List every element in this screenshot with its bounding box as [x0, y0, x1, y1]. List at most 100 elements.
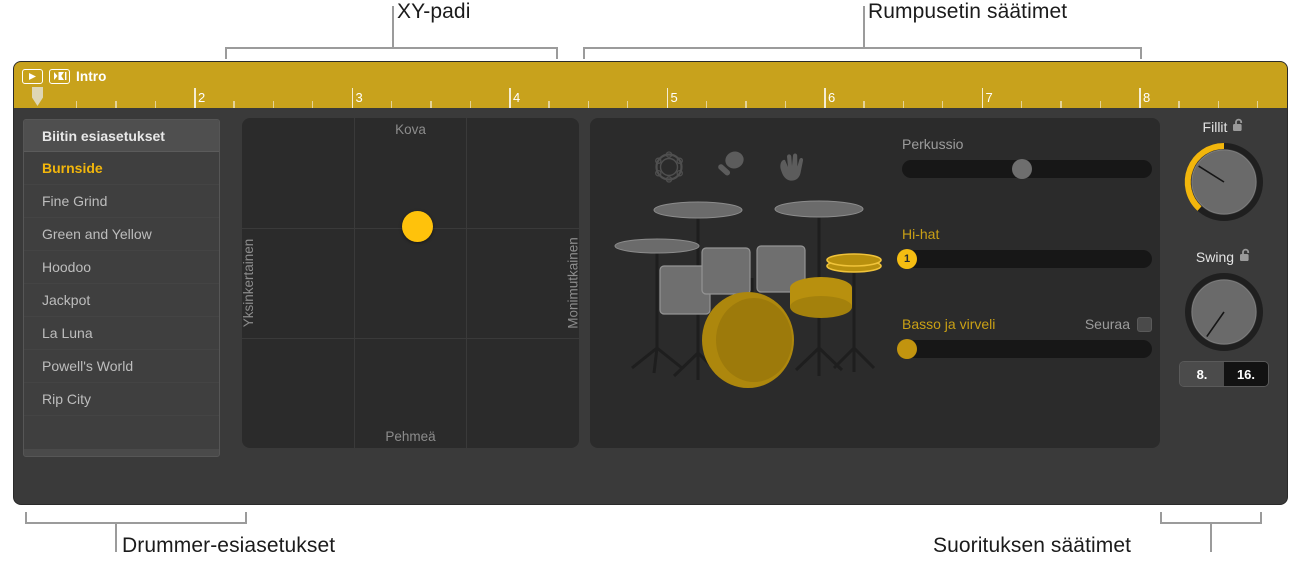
callout-stem-xy-pad — [392, 6, 394, 48]
region-filter-icon[interactable] — [49, 68, 70, 84]
follow-checkbox[interactable] — [1137, 316, 1152, 332]
ruler-beat-tick — [75, 101, 78, 108]
ruler-bar-number: 5 — [670, 90, 678, 105]
slider-handle[interactable]: 1 — [897, 249, 917, 269]
ruler-beat-tick — [1257, 101, 1259, 108]
ruler-beat-tick — [705, 101, 708, 108]
xy-label-bottom: Pehmeä — [385, 429, 436, 444]
xy-gridline — [354, 118, 356, 448]
ruler-beat-tick — [902, 101, 905, 108]
xy-gridline — [466, 118, 468, 448]
ruler-beat-tick — [587, 101, 590, 108]
callout-label-presets: Drummer-esiasetukset — [122, 534, 336, 557]
ruler-bar-marker — [981, 88, 984, 108]
unlocked-padlock-icon[interactable] — [1232, 118, 1245, 135]
preset-list-item[interactable]: Jackpot — [24, 284, 219, 317]
preset-list-item[interactable]: La Luna — [24, 317, 219, 350]
drummer-editor-window: Intro 2 3 4 5 6 7 8 Biitin esiasetukset Burnsi… — [14, 62, 1287, 504]
xy-label-left: Yksinkertainen — [242, 238, 256, 328]
preset-list-item[interactable]: Hoodoo — [24, 251, 219, 284]
tambourine-icon[interactable] — [652, 150, 686, 189]
editor-body: Biitin esiasetukset Burnside Fine Grind Gr… — [14, 108, 1287, 504]
ruler-bar-marker — [509, 88, 511, 108]
slider-label: Hi-hat — [902, 226, 940, 242]
ruler-bar-marker — [824, 88, 826, 108]
slider-track[interactable] — [902, 159, 1152, 179]
preset-list-header: Biitin esiasetukset — [24, 120, 219, 152]
ruler-beat-tick — [863, 101, 865, 108]
callout-label-xy-pad: XY-padi — [397, 0, 471, 23]
ruler-bar-marker — [194, 88, 196, 108]
ruler-beat-tick — [154, 101, 156, 108]
ruler-beat-tick — [745, 101, 747, 108]
swing-knob[interactable] — [1182, 270, 1266, 354]
performance-controls: Fillit Swing 8. 16. — [1172, 118, 1276, 448]
ruler-beat-tick — [272, 101, 275, 108]
ruler-beat-tick — [430, 101, 432, 108]
ruler-beat-tick — [1099, 101, 1101, 108]
region-name-label: Intro — [76, 68, 107, 84]
callout-stem-performance — [1210, 524, 1212, 552]
fills-label-row: Fillit — [1203, 118, 1246, 135]
fills-control: Fillit — [1172, 118, 1276, 224]
ruler-bar-number: 8 — [1143, 90, 1151, 105]
ruler-beat-tick — [1020, 101, 1023, 108]
swing-control: Swing 8. 16. — [1172, 248, 1276, 386]
ruler-ticks: 2 3 4 5 6 7 8 — [14, 86, 1287, 108]
ruler-beat-tick — [627, 101, 629, 108]
callout-bracket-performance — [1160, 512, 1262, 524]
ruler-beat-tick — [390, 101, 393, 108]
slider-group: Basso ja virveli Seuraa — [897, 316, 1152, 359]
timeline-ruler[interactable]: Intro 2 3 4 5 6 7 8 — [14, 62, 1287, 108]
callout-label-performance: Suorituksen säätimet — [933, 534, 1132, 557]
ruler-beat-tick — [312, 101, 314, 108]
callout-bracket-xy-pad — [225, 47, 558, 59]
swing-label-row: Swing — [1196, 248, 1252, 265]
region-header[interactable]: Intro — [22, 65, 107, 87]
xy-gridline — [242, 337, 579, 339]
play-icon[interactable] — [22, 68, 43, 84]
slider-label: Perkussio — [902, 136, 964, 152]
swing-label: Swing — [1195, 248, 1235, 265]
percussion-icon-row — [652, 150, 808, 189]
xy-label-right: Monimutkainen — [565, 237, 579, 329]
fills-label: Fillit — [1202, 118, 1228, 135]
slider-track[interactable] — [897, 339, 1152, 359]
ruler-beat-tick — [1178, 101, 1180, 108]
beat-preset-list[interactable]: Biitin esiasetukset Burnside Fine Grind Gr… — [23, 119, 220, 457]
xy-label-top: Kova — [395, 122, 426, 137]
division-option[interactable]: 8. — [1180, 362, 1224, 386]
callout-label-kit-controls: Rumpusetin säätimet — [868, 0, 1068, 23]
kit-sliders: Perkussio Hi-hat 1 Basso ja virveli Seuraa — [897, 136, 1152, 384]
hand-clap-icon[interactable] — [774, 150, 808, 189]
note-division-toggle[interactable]: 8. 16. — [1180, 362, 1268, 386]
preset-list-item[interactable]: Burnside — [24, 152, 219, 185]
slider-group: Perkussio — [902, 136, 1152, 179]
ruler-beat-tick — [942, 101, 944, 108]
ruler-bar-marker — [1139, 88, 1141, 108]
unlocked-padlock-icon[interactable] — [1239, 248, 1252, 265]
callout-bracket-kit-controls — [583, 47, 1142, 59]
xy-pad[interactable]: Kova Pehmeä Yksinkertainen Monimutkainen — [242, 118, 579, 448]
drum-kit-panel: Perkussio Hi-hat 1 Basso ja virveli Seuraa — [590, 118, 1160, 448]
slider-track[interactable]: 1 — [897, 249, 1152, 269]
ruler-bar-number: 3 — [355, 90, 363, 105]
ruler-beat-tick — [784, 101, 786, 108]
follow-toggle[interactable]: Seuraa — [1085, 316, 1152, 332]
callout-bracket-presets — [25, 512, 247, 524]
division-option[interactable]: 16. — [1224, 362, 1268, 386]
ruler-beat-tick — [1217, 101, 1220, 108]
preset-list-item[interactable]: Green and Yellow — [24, 218, 219, 251]
ruler-beat-tick — [548, 101, 550, 108]
preset-list-item[interactable]: Powell's World — [24, 350, 219, 383]
xy-pad-puck[interactable] — [401, 211, 433, 243]
ruler-beat-tick — [233, 101, 235, 108]
preset-list-item[interactable]: Rip City — [24, 383, 219, 416]
preset-list-item[interactable]: Fine Grind — [24, 185, 219, 218]
fills-knob[interactable] — [1182, 140, 1266, 224]
drum-kit-illustration[interactable] — [602, 188, 902, 438]
slider-handle[interactable] — [897, 339, 917, 359]
ruler-bar-number: 4 — [513, 90, 521, 105]
slider-handle[interactable] — [1012, 159, 1032, 179]
shaker-icon[interactable] — [714, 150, 746, 189]
